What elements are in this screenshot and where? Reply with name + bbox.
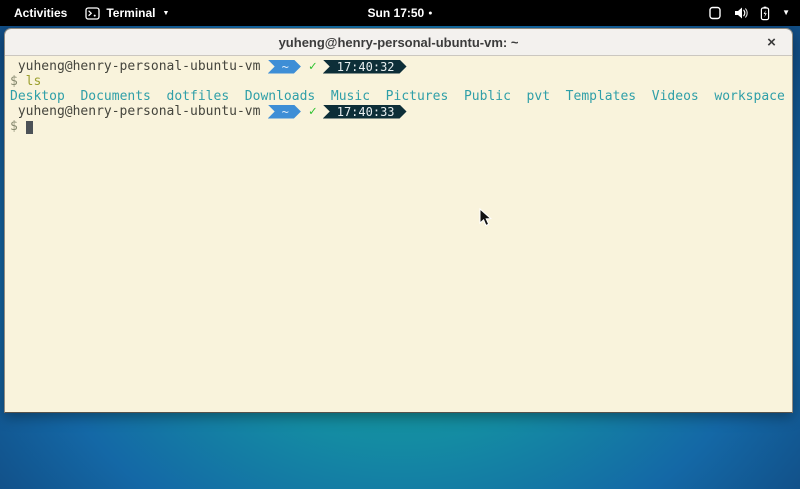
directory-item: Downloads: [245, 89, 315, 104]
directory-item: Videos: [652, 89, 699, 104]
terminal-window: yuheng@henry-personal-ubuntu-vm: ~ × yuh…: [4, 28, 793, 413]
terminal-content[interactable]: yuheng@henry-personal-ubuntu-vm ~ ✓ 17:40:3…: [5, 56, 792, 412]
prompt-symbol: $: [10, 74, 18, 89]
directory-item: Music: [331, 89, 370, 104]
chevron-down-icon: ▼: [162, 10, 169, 17]
prompt-host: yuheng@henry-personal-ubuntu-vm: [10, 59, 260, 74]
directory-item: Templates: [566, 89, 636, 104]
system-tray[interactable]: ▼: [708, 0, 800, 26]
terminal-cursor: [26, 121, 33, 134]
notification-dot-icon: ●: [428, 10, 432, 17]
prompt-line-3: $: [10, 119, 788, 134]
prompt-symbol: $: [10, 119, 18, 134]
prompt-line-1: yuheng@henry-personal-ubuntu-vm ~ ✓ 17:40:3…: [10, 59, 788, 74]
clock-label: Sun 17:50: [368, 6, 425, 20]
command-text: ls: [26, 74, 42, 89]
prompt-host: yuheng@henry-personal-ubuntu-vm: [10, 104, 260, 119]
directory-item: Documents: [80, 89, 150, 104]
directory-item: Pictures: [386, 89, 449, 104]
screen-icon: [708, 6, 722, 20]
activities-button[interactable]: Activities: [10, 4, 71, 22]
command-line: $ ls: [10, 74, 788, 89]
prompt-status-check: ✓: [309, 59, 317, 74]
prompt-time-badge: 17:40:32: [323, 60, 407, 74]
directory-item: Public: [464, 89, 511, 104]
prompt-status-check: ✓: [309, 104, 317, 119]
directory-item: pvt: [527, 89, 550, 104]
directory-item: workspace: [714, 89, 784, 104]
battery-charging-icon: [759, 6, 771, 21]
close-button[interactable]: ×: [761, 32, 782, 53]
prompt-time-badge: 17:40:33: [323, 105, 407, 119]
volume-icon: [733, 6, 748, 20]
directory-item: dotfiles: [167, 89, 230, 104]
app-menu-label: Terminal: [106, 6, 155, 20]
clock-button[interactable]: Sun 17:50 ●: [368, 0, 433, 26]
prompt-path-badge: ~: [268, 105, 301, 119]
terminal-app-icon: [85, 7, 100, 20]
prompt-path-badge: ~: [268, 60, 301, 74]
directory-item: Desktop: [10, 89, 65, 104]
top-bar: Activities Terminal ▼ Sun 17:50 ●: [0, 0, 800, 26]
prompt-line-2: yuheng@henry-personal-ubuntu-vm ~ ✓ 17:40:3…: [10, 104, 788, 119]
directory-listing: Desktop Documents dotfiles Downloads Music Pi…: [10, 89, 788, 104]
desktop: Activities Terminal ▼ Sun 17:50 ●: [0, 0, 800, 489]
window-headerbar[interactable]: yuheng@henry-personal-ubuntu-vm: ~ ×: [5, 29, 792, 56]
chevron-down-icon: ▼: [782, 9, 790, 17]
window-title: yuheng@henry-personal-ubuntu-vm: ~: [279, 35, 519, 50]
app-menu-terminal[interactable]: Terminal ▼: [85, 6, 169, 20]
